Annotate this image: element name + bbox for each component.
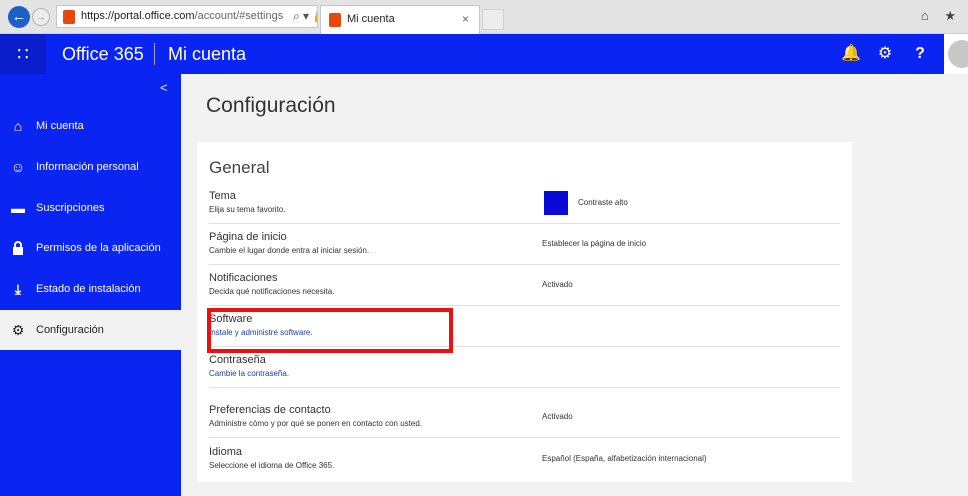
url-path: /account/#settings [194, 10, 284, 22]
setting-desc: Cambie el lugar donde entra al iniciar s… [209, 246, 370, 255]
software-highlight-box [207, 308, 453, 353]
browser-toolbar: ← → https://portal.office.com/account/#s… [0, 0, 968, 34]
sidebar-item-label: Suscripciones [36, 202, 105, 214]
tab-close-icon[interactable]: × [462, 6, 469, 32]
setting-desc: Seleccione el idioma de Office 365. [209, 461, 335, 470]
password-link[interactable]: Cambie la contraseña. [209, 369, 289, 378]
lock-icon [10, 228, 26, 270]
sidebar-item-estado-instalacion[interactable]: ⤓ Estado de instalación [0, 269, 181, 309]
home-star-icon[interactable]: ⌂ ★ [921, 8, 962, 24]
sidebar-item-suscripciones[interactable]: ▬ Suscripciones [0, 188, 181, 228]
setting-row-idioma[interactable]: Idioma Seleccione el idioma de Office 36… [209, 440, 840, 480]
sidebar-item-label: Estado de instalación [36, 283, 141, 295]
sidebar-item-label: Información personal [36, 161, 139, 173]
setting-name: Tema [209, 190, 236, 202]
help-icon[interactable]: ? [903, 34, 937, 74]
sidebar-item-label: Configuración [36, 324, 104, 336]
page-title: Configuración [206, 94, 336, 117]
forward-arrow-icon[interactable]: → [32, 8, 50, 26]
address-tools-icon[interactable]: ⌕ ▾ 🔒 ↻ [293, 6, 317, 27]
section-title: General [209, 158, 270, 177]
avatar[interactable] [944, 34, 968, 74]
setting-desc: Decida qué notificaciones necesita. [209, 287, 335, 296]
setting-name: Contraseña [209, 354, 266, 366]
setting-row-contrasena[interactable]: Contraseña Cambie la contraseña. [209, 348, 840, 388]
back-arrow-icon[interactable]: ← [8, 6, 30, 28]
setting-name: Página de inicio [209, 231, 287, 243]
setting-name: Notificaciones [209, 272, 278, 284]
setting-row-tema[interactable]: Tema Elija su tema favorito. Contraste a… [209, 184, 840, 224]
header-divider [154, 43, 155, 65]
download-icon: ⤓ [14, 281, 22, 297]
brand-label[interactable]: Office 365 [62, 34, 144, 74]
sidebar-item-permisos[interactable]: Permisos de la aplicación [0, 228, 181, 268]
sidebar: < ⌂ Mi cuenta ☺ Información personal ▬ S… [0, 74, 181, 496]
office-favicon-icon [63, 10, 75, 24]
tab-title: Mi cuenta [347, 13, 395, 25]
home-icon: ⌂ [13, 118, 23, 134]
suite-header: ∷ Office 365 Mi cuenta 🔔 ⚙ ? [0, 34, 968, 74]
setting-row-pagina-inicio[interactable]: Página de inicio Cambie el lugar donde e… [209, 225, 840, 265]
setting-name: Preferencias de contacto [209, 404, 331, 416]
settings-gear-icon[interactable]: ⚙ [868, 34, 902, 74]
setting-row-preferencias-contacto[interactable]: Preferencias de contacto Administre cómo… [209, 398, 840, 438]
card-icon: ▬ [11, 200, 25, 216]
sidebar-item-label: Mi cuenta [36, 120, 84, 132]
waffle-icon: ∷ [17, 43, 29, 64]
notifications-bell-icon[interactable]: 🔔 [834, 34, 868, 74]
setting-desc: Elija su tema favorito. [209, 205, 286, 214]
office-favicon-icon [329, 13, 341, 27]
setting-desc: Administre cómo y por qué se ponen en co… [209, 419, 423, 428]
collapse-chevron-icon[interactable]: < [160, 80, 168, 95]
app-launcher-button[interactable]: ∷ [0, 34, 46, 74]
setting-name: Idioma [209, 446, 243, 458]
setting-value: Establecer la página de inicio [542, 239, 647, 248]
setting-value: Español (España, alfabetización internac… [542, 454, 707, 463]
sidebar-item-mi-cuenta[interactable]: ⌂ Mi cuenta [0, 106, 181, 146]
sidebar-item-label: Permisos de la aplicación [36, 242, 161, 254]
theme-swatch[interactable] [544, 191, 568, 215]
sidebar-item-informacion-personal[interactable]: ☺ Información personal [0, 147, 181, 187]
new-tab-button[interactable] [482, 9, 504, 30]
tab-mi-cuenta[interactable]: Mi cuenta × [320, 5, 480, 34]
url-domain: https://portal.office.com [81, 10, 195, 22]
setting-value: Activado [542, 280, 573, 289]
person-icon: ☺ [10, 159, 26, 175]
setting-value: Contraste alto [578, 198, 628, 207]
address-bar[interactable]: https://portal.office.com/account/#setti… [56, 5, 318, 28]
sidebar-item-configuracion[interactable]: ⚙ Configuración [0, 310, 181, 350]
setting-row-notificaciones[interactable]: Notificaciones Decida qué notificaciones… [209, 266, 840, 306]
setting-value: Activado [542, 412, 573, 421]
gear-icon: ⚙ [11, 322, 25, 338]
app-title: Mi cuenta [168, 44, 247, 64]
